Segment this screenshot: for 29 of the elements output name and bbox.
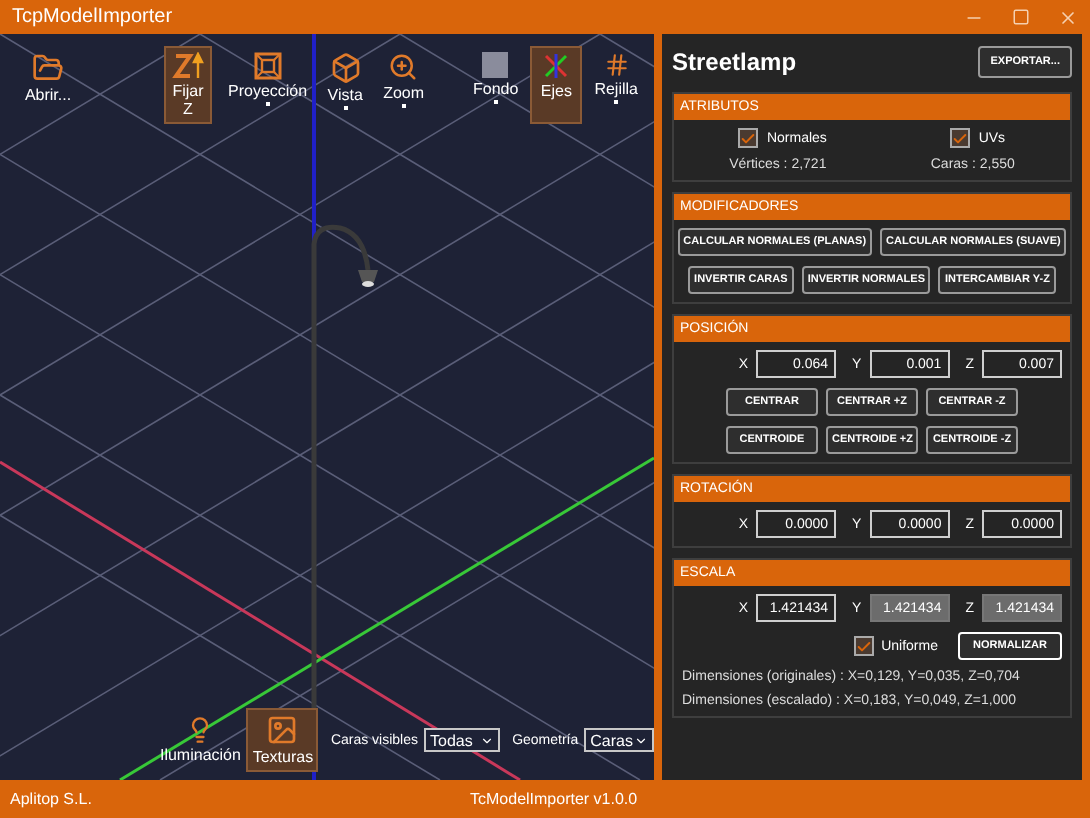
axes-icon [542, 52, 571, 80]
toolbar-button[interactable]: Zoom [375, 46, 433, 124]
toolbar-button[interactable]: Ejes [530, 46, 583, 124]
chevron-down-icon [480, 733, 495, 747]
toolbar-button[interactable]: Abrir... [8, 46, 88, 124]
toolbar-button[interactable]: Fijar Z [164, 46, 212, 124]
window-title: TcpModelImporter [12, 6, 173, 28]
image-icon [266, 714, 299, 746]
folder-icon [32, 52, 64, 84]
close-icon[interactable] [1058, 7, 1078, 27]
chevron-down-icon [634, 733, 649, 747]
toolbar-button[interactable]: Fondo [465, 46, 527, 124]
toolbar-button[interactable]: Texturas [246, 708, 319, 772]
toolbar-button[interactable]: Iluminación [160, 710, 241, 770]
dropdown-select[interactable]: Todas [424, 728, 501, 752]
company-text: Aplitop S.L. [10, 790, 94, 808]
frame-icon [253, 52, 282, 80]
toolbar-button[interactable]: Vista [319, 46, 372, 124]
toolbar-button[interactable]: Rejilla [586, 46, 646, 124]
zoom-icon [388, 52, 419, 82]
cube-icon [329, 52, 362, 84]
toolbar-button[interactable]: Proyección [220, 46, 316, 124]
model-title: Streetlamp [672, 48, 797, 76]
dropdown-select[interactable]: Caras [584, 728, 654, 752]
grid-icon [603, 52, 630, 78]
maximize-icon[interactable] [1012, 8, 1030, 26]
z-arrow-icon [172, 52, 204, 80]
color-swatch-icon [482, 52, 509, 78]
version-text: TcModelImporter v1.0.0 [470, 790, 638, 808]
